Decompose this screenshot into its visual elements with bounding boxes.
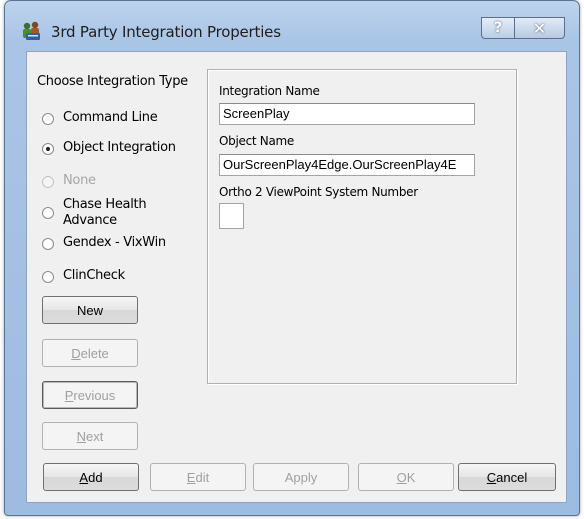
radio-none: None xyxy=(42,173,96,189)
radio-button[interactable] xyxy=(42,113,54,125)
mnemonic: A xyxy=(79,469,89,485)
label-rest: ext xyxy=(86,428,104,444)
radio-label: Command Line xyxy=(63,110,158,125)
radio-button[interactable] xyxy=(42,271,54,283)
button-label: New xyxy=(76,302,103,318)
integration-type-label: Choose Integration Type xyxy=(37,74,188,89)
help-button[interactable]: ? xyxy=(481,17,515,39)
mnemonic: O xyxy=(396,469,407,485)
integration-name-label: Integration Name xyxy=(219,84,320,98)
object-name-input[interactable]: OurScreenPlay4Edge.OurScreenPlay4E xyxy=(219,154,475,176)
button-label: OK xyxy=(397,470,416,485)
add-button[interactable]: Add xyxy=(43,463,139,491)
radio-button-selected[interactable] xyxy=(42,143,54,155)
dialog-client-area: Choose Integration Type Command Line Obj… xyxy=(26,51,567,503)
apply-button[interactable]: Apply xyxy=(253,463,349,491)
radio-label-line: Chase Health xyxy=(63,197,147,212)
button-label: Cancel xyxy=(487,470,527,485)
radio-gendex-vixwin[interactable]: Gendex - VixWin xyxy=(42,235,166,251)
radio-button[interactable] xyxy=(42,238,54,250)
button-label: Add xyxy=(79,470,102,485)
button-label: Next xyxy=(77,429,104,444)
button-label: Previous xyxy=(65,388,116,403)
button-label: Delete xyxy=(71,346,109,361)
new-button[interactable]: New xyxy=(42,296,138,324)
object-name-label: Object Name xyxy=(219,134,294,148)
button-label: Apply xyxy=(284,469,318,485)
viewpoint-system-number-label: Ortho 2 ViewPoint System Number xyxy=(219,185,418,199)
integration-people-icon xyxy=(23,21,40,40)
mnemonic: N xyxy=(76,428,87,444)
label-rest: K xyxy=(406,469,416,485)
radio-chase-health-advance[interactable]: Chase Health Advance xyxy=(42,197,147,229)
help-icon: ? xyxy=(493,20,503,36)
radio-label: ClinCheck xyxy=(63,268,125,283)
radio-label-line: Advance xyxy=(63,213,117,228)
radio-label: Object Integration xyxy=(63,140,176,155)
radio-button[interactable] xyxy=(42,207,54,219)
label-rest: elete xyxy=(80,345,109,361)
mnemonic: C xyxy=(486,469,497,485)
integration-name-input[interactable]: ScreenPlay xyxy=(219,103,475,125)
next-button[interactable]: Next xyxy=(42,422,138,450)
cancel-button[interactable]: Cancel xyxy=(458,463,556,491)
radio-command-line[interactable]: Command Line xyxy=(42,110,158,126)
integration-details-panel: Integration Name ScreenPlay Object Name … xyxy=(207,69,517,384)
delete-button[interactable]: Delete xyxy=(42,339,138,367)
dialog-window: 3rd Party Integration Properties ? ✕ Cho… xyxy=(4,0,580,516)
title-bar[interactable]: 3rd Party Integration Properties ? ✕ xyxy=(5,1,579,45)
label-rest: dit xyxy=(195,469,210,485)
previous-button[interactable]: Previous xyxy=(42,381,138,409)
label-rest: dd xyxy=(88,469,103,485)
radio-label: None xyxy=(63,173,96,188)
mnemonic: D xyxy=(71,345,81,361)
radio-clincheck[interactable]: ClinCheck xyxy=(42,268,125,284)
viewpoint-system-number-input[interactable] xyxy=(219,203,244,229)
edit-button[interactable]: Edit xyxy=(150,463,246,491)
window-title: 3rd Party Integration Properties xyxy=(51,23,281,41)
close-icon: ✕ xyxy=(532,18,547,38)
close-button[interactable]: ✕ xyxy=(514,17,565,39)
ok-button[interactable]: OK xyxy=(358,463,454,491)
radio-object-integration[interactable]: Object Integration xyxy=(42,140,176,156)
radio-label: Gendex - VixWin xyxy=(63,235,166,250)
radio-label: Chase Health Advance xyxy=(63,197,147,229)
label-rest: ancel xyxy=(496,469,528,485)
radio-button-disabled xyxy=(42,176,54,188)
button-label: Edit xyxy=(187,470,209,485)
label-rest: revious xyxy=(73,387,116,403)
